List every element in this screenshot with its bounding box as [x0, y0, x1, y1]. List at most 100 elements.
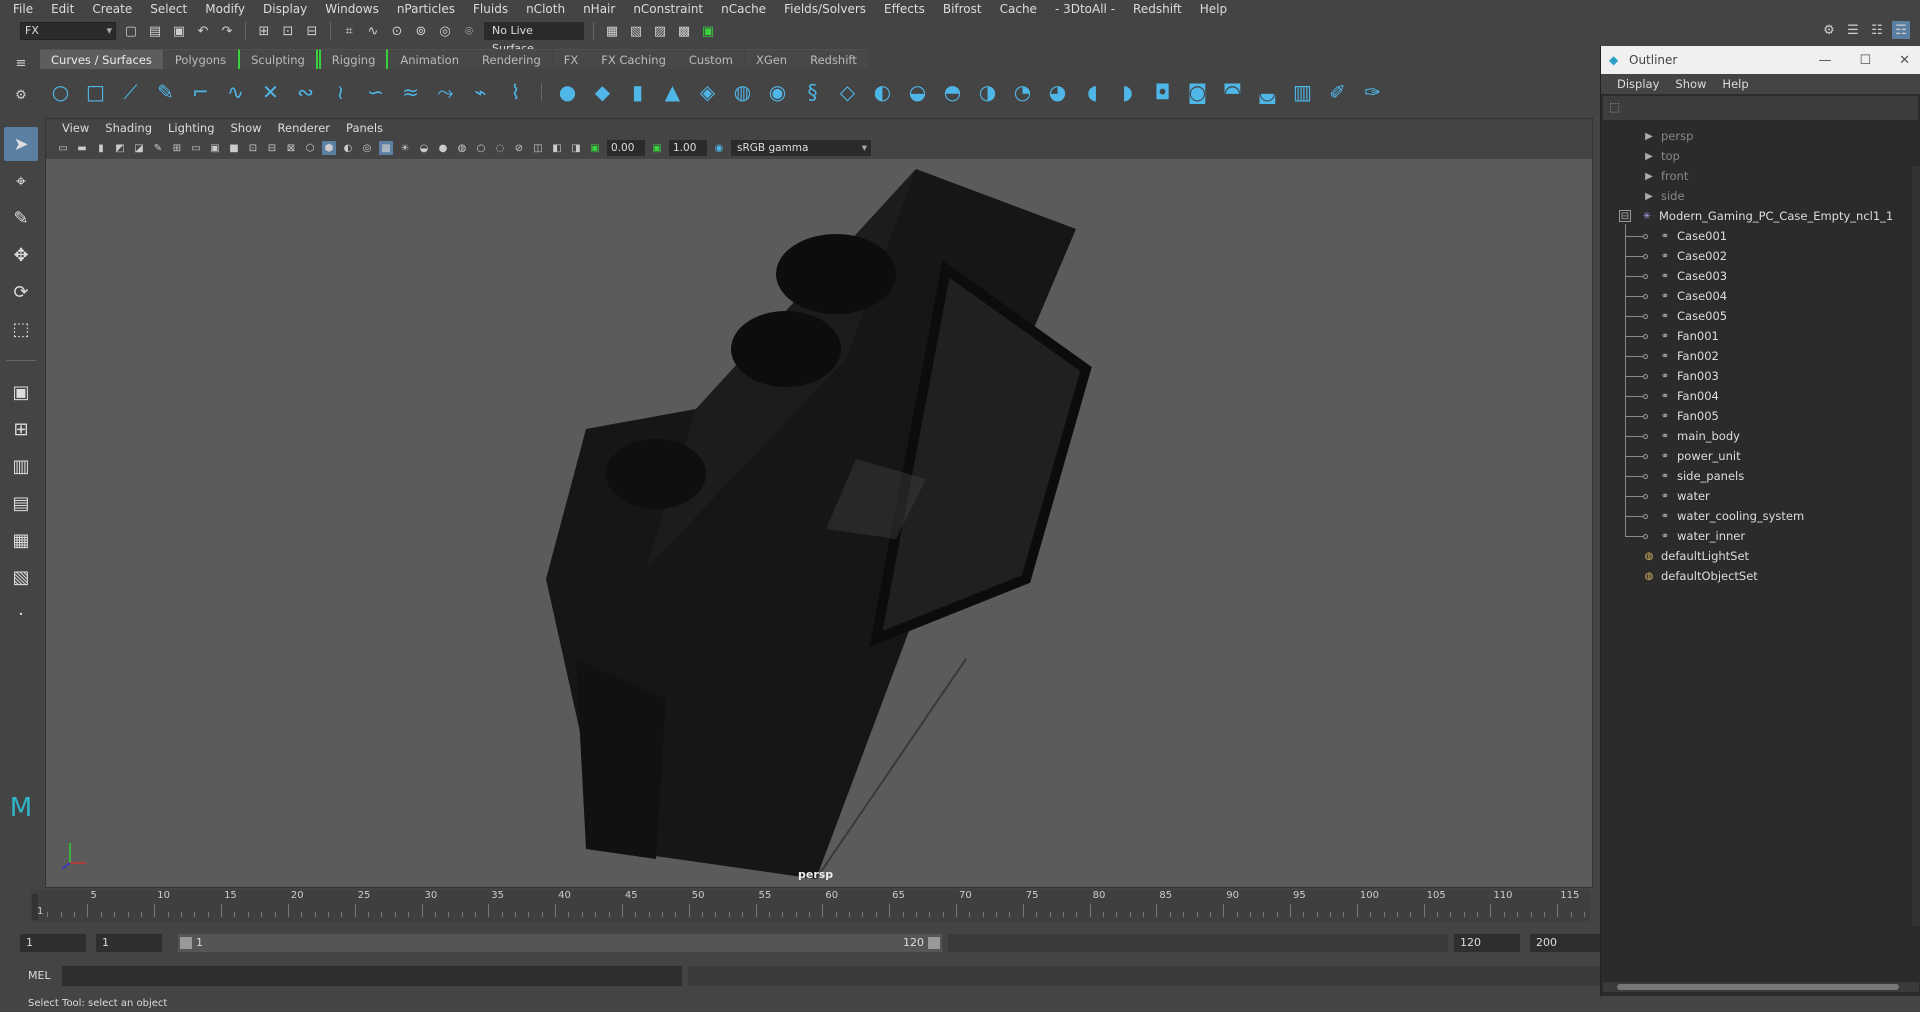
- shelf-tab-xgen[interactable]: XGen: [744, 49, 799, 69]
- curve-detach-icon[interactable]: ≀: [328, 80, 353, 105]
- birail-icon[interactable]: ◒: [905, 80, 930, 105]
- outliner-mesh-item[interactable]: ⚭ power_unit: [1657, 446, 1741, 466]
- default-material-icon[interactable]: ◐: [341, 141, 355, 155]
- viewport-menu-show[interactable]: Show: [223, 121, 270, 135]
- curve-fillet-icon[interactable]: ⌁: [468, 80, 493, 105]
- animation-end-field[interactable]: 200: [1530, 934, 1600, 952]
- sculpt-geometry-icon[interactable]: ✐: [1325, 80, 1350, 105]
- menu-create[interactable]: Create: [83, 2, 141, 16]
- maximize-icon[interactable]: ☐: [1859, 53, 1871, 68]
- image-plane-icon[interactable]: ◩: [113, 141, 127, 155]
- menu-fields-solvers[interactable]: Fields/Solvers: [775, 2, 875, 16]
- outliner-mesh-item[interactable]: ⚭ Fan004: [1657, 386, 1719, 406]
- four-view-layout-icon[interactable]: ⊞: [4, 412, 38, 446]
- nurbs-square-icon[interactable]: □: [83, 80, 108, 105]
- outliner-vertical-scrollbar[interactable]: [1912, 166, 1920, 926]
- outliner-mesh-item[interactable]: ⚭ Fan001: [1657, 326, 1719, 346]
- screen-space-ao-icon[interactable]: ●: [436, 141, 450, 155]
- multisample-icon[interactable]: ○: [474, 141, 488, 155]
- outliner-mesh-item[interactable]: ⚭ water_inner: [1657, 526, 1745, 546]
- gamma-field[interactable]: 1.00: [669, 140, 707, 156]
- viewport-menu-lighting[interactable]: Lighting: [160, 121, 222, 135]
- shelf-tab-animation[interactable]: Animation: [389, 49, 471, 69]
- more-layouts-icon[interactable]: ·: [4, 597, 38, 631]
- safe-action-icon[interactable]: ⊟: [265, 141, 279, 155]
- curve-attach-icon[interactable]: ∾: [293, 80, 318, 105]
- select-object-icon[interactable]: ⊡: [279, 22, 297, 40]
- outliner-search[interactable]: ⬚: [1603, 96, 1918, 120]
- snap-curve-icon[interactable]: ∿: [364, 22, 382, 40]
- loft-icon[interactable]: §: [800, 80, 825, 105]
- shelf-tab-rigging[interactable]: Rigging: [318, 49, 389, 69]
- menu-effects[interactable]: Effects: [875, 2, 934, 16]
- menu-nconstraint[interactable]: nConstraint: [624, 2, 712, 16]
- rotate-tool-icon[interactable]: ⟳: [4, 275, 38, 309]
- shelf-tab-fx-caching[interactable]: FX Caching: [590, 49, 677, 69]
- scrollbar-thumb[interactable]: [1617, 984, 1899, 990]
- outliner-mesh-item[interactable]: ⚭ side_panels: [1657, 466, 1744, 486]
- outliner-camera-item[interactable]: ▶ side: [1641, 186, 1684, 206]
- new-scene-icon[interactable]: ▢: [122, 22, 140, 40]
- smooth-shade-icon[interactable]: ⬢: [322, 141, 336, 155]
- wireframe-on-shaded-icon[interactable]: ◎: [360, 141, 374, 155]
- 2d-pan-zoom-icon[interactable]: ◪: [132, 141, 146, 155]
- current-time-indicator[interactable]: [32, 894, 38, 920]
- project-curve-icon[interactable]: ◕: [1045, 80, 1070, 105]
- move-tool-icon[interactable]: ✥: [4, 238, 38, 272]
- trim-tool-icon[interactable]: ◗: [1115, 80, 1140, 105]
- curve-rebuild-icon[interactable]: ∽: [363, 80, 388, 105]
- attribute-editor-icon[interactable]: ☰: [1844, 21, 1862, 39]
- isolate-select-icon[interactable]: ⊘: [512, 141, 526, 155]
- outliner-menu-help[interactable]: Help: [1714, 77, 1756, 91]
- extrude-icon[interactable]: ◐: [870, 80, 895, 105]
- square-surface-icon[interactable]: ◑: [975, 80, 1000, 105]
- film-gate-icon[interactable]: ▭: [189, 141, 203, 155]
- curve-insert-knot-icon[interactable]: ⌇: [503, 80, 528, 105]
- shelf-tab-rendering[interactable]: Rendering: [471, 49, 552, 69]
- menu-nhair[interactable]: nHair: [574, 2, 624, 16]
- outliner-group-item[interactable]: ⊟ ✳ Modern_Gaming_PC_Case_Empty_ncl1_1: [1619, 206, 1893, 226]
- bookmark-icon[interactable]: ▮: [94, 141, 108, 155]
- nurbs-torus-icon[interactable]: ◍: [730, 80, 755, 105]
- exposure-field[interactable]: 0.00: [607, 140, 645, 156]
- outliner-layout-icon[interactable]: ▧: [4, 560, 38, 594]
- viewport-menu-view[interactable]: View: [54, 121, 97, 135]
- snap-grid-icon[interactable]: ⌗: [340, 22, 358, 40]
- ep-curve-icon[interactable]: ⟋: [118, 80, 143, 105]
- revolve-icon[interactable]: ◉: [765, 80, 790, 105]
- field-chart-icon[interactable]: ⊡: [246, 141, 260, 155]
- motion-blur-icon[interactable]: ◍: [455, 141, 469, 155]
- save-scene-icon[interactable]: ▣: [170, 22, 188, 40]
- exposure-icon[interactable]: ▣: [588, 141, 602, 155]
- outliner-mesh-item[interactable]: ⚭ main_body: [1657, 426, 1740, 446]
- color-management-icon[interactable]: ◉: [712, 141, 726, 155]
- pencil-curve-icon[interactable]: ✎: [153, 80, 178, 105]
- collapse-icon[interactable]: ⊟: [1619, 210, 1631, 222]
- safe-title-icon[interactable]: ⊠: [284, 141, 298, 155]
- textured-icon[interactable]: ▩: [379, 141, 393, 155]
- range-start-handle[interactable]: [180, 937, 192, 949]
- render-settings-icon[interactable]: ▨: [651, 22, 669, 40]
- outliner-mesh-item[interactable]: ⚭ Fan005: [1657, 406, 1719, 426]
- outliner-mesh-item[interactable]: ⚭ Case001: [1657, 226, 1727, 246]
- single-perspective-layout-icon[interactable]: ▣: [4, 375, 38, 409]
- nurbs-cylinder-icon[interactable]: ▮: [625, 80, 650, 105]
- outliner-mesh-item[interactable]: ⚭ water_cooling_system: [1657, 506, 1804, 526]
- xray-components-icon[interactable]: ◨: [569, 141, 583, 155]
- outliner-set-item[interactable]: ◍ defaultObjectSet: [1641, 566, 1758, 586]
- paint-select-icon[interactable]: ✎: [4, 201, 38, 235]
- view-transform-dropdown[interactable]: sRGB gamma: [731, 140, 871, 156]
- xray-joints-icon[interactable]: ◧: [550, 141, 564, 155]
- select-camera-icon[interactable]: ▭: [56, 141, 70, 155]
- untrim-icon[interactable]: ◘: [1150, 80, 1175, 105]
- attach-surface-icon[interactable]: ◙: [1185, 80, 1210, 105]
- outliner-horizontal-scrollbar[interactable]: [1603, 982, 1919, 992]
- snap-surface-icon[interactable]: ◎: [436, 22, 454, 40]
- shelf-tab-curves-surfaces[interactable]: Curves / Surfaces: [40, 49, 163, 69]
- ipr-render-icon[interactable]: ▧: [627, 22, 645, 40]
- side-by-side-layout-icon[interactable]: ▥: [4, 449, 38, 483]
- outliner-camera-item[interactable]: ▶ top: [1641, 146, 1680, 166]
- viewport-menu-panels[interactable]: Panels: [338, 121, 391, 135]
- shelf-tab-custom[interactable]: Custom: [677, 49, 744, 69]
- cv-curve-icon[interactable]: ⌐: [188, 80, 213, 105]
